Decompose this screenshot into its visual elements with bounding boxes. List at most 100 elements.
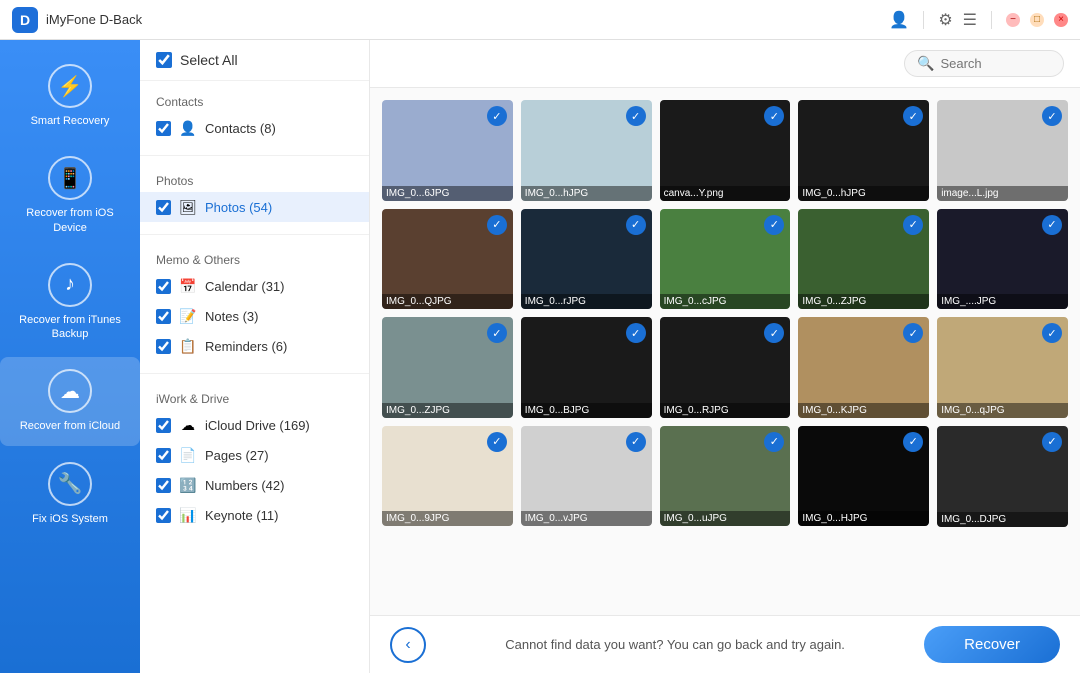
- nav-item-photos[interactable]: 🖼 Photos (54): [140, 192, 369, 222]
- keynote-checkbox[interactable]: [156, 508, 171, 523]
- photo-item[interactable]: ✓ IMG_0...DJPG: [937, 426, 1068, 527]
- account-icon[interactable]: 👤: [889, 10, 909, 30]
- photo-label: IMG_0...qJPG: [937, 403, 1068, 418]
- icloud-drive-checkbox[interactable]: [156, 418, 171, 433]
- nav-item-icloud-drive[interactable]: ☁ iCloud Drive (169): [140, 410, 369, 440]
- photo-check-icon: ✓: [626, 106, 646, 126]
- photo-item[interactable]: ✓ IMG_0...uJPG: [660, 426, 791, 527]
- photo-label: canva...Y.png: [660, 186, 791, 201]
- sidebar-label-fix-ios: Fix iOS System: [32, 512, 108, 526]
- photo-item[interactable]: ✓ IMG_....JPG: [937, 209, 1068, 310]
- sidebar-item-smart-recovery[interactable]: ⚡ Smart Recovery: [0, 52, 140, 140]
- photo-item[interactable]: ✓ IMG_0...rJPG: [521, 209, 652, 310]
- pages-label: Pages (27): [205, 448, 269, 463]
- iwork-section-title: iWork & Drive: [140, 386, 369, 410]
- photo-item[interactable]: ✓ IMG_0...vJPG: [521, 426, 652, 527]
- sidebar: ⚡ Smart Recovery 📱 Recover from iOS Devi…: [0, 40, 140, 673]
- contacts-checkbox[interactable]: [156, 121, 171, 136]
- reminders-label: Reminders (6): [205, 339, 287, 354]
- photo-label: IMG_0...cJPG: [660, 294, 791, 309]
- photo-item[interactable]: ✓ IMG_0...RJPG: [660, 317, 791, 418]
- calendar-checkbox[interactable]: [156, 279, 171, 294]
- title-bar: D iMyFone D-Back 👤 ⚙ ☰ − □ ×: [0, 0, 1080, 40]
- photo-check-icon: ✓: [487, 323, 507, 343]
- numbers-checkbox[interactable]: [156, 478, 171, 493]
- photo-item[interactable]: ✓ IMG_0...ZJPG: [798, 209, 929, 310]
- fix-ios-icon: 🔧: [48, 462, 92, 506]
- photo-item[interactable]: ✓ IMG_0...6JPG: [382, 100, 513, 201]
- sidebar-item-fix-ios[interactable]: 🔧 Fix iOS System: [0, 450, 140, 538]
- photo-check-icon: ✓: [903, 215, 923, 235]
- keynote-label: Keynote (11): [205, 508, 278, 523]
- photos-section-title: Photos: [140, 168, 369, 192]
- menu-icon[interactable]: ☰: [963, 10, 977, 30]
- recover-button[interactable]: Recover: [924, 626, 1060, 663]
- photos-label: Photos (54): [205, 200, 272, 215]
- settings-icon[interactable]: ⚙: [938, 10, 952, 30]
- nav-item-contacts[interactable]: 👤 Contacts (8): [140, 113, 369, 143]
- photo-item[interactable]: ✓ IMG_0...hJPG: [798, 100, 929, 201]
- select-all-checkbox[interactable]: [156, 52, 172, 68]
- sidebar-item-recover-ios[interactable]: 📱 Recover from iOS Device: [0, 144, 140, 247]
- photo-label: IMG_0...9JPG: [382, 511, 513, 526]
- nav-item-calendar[interactable]: 📅 Calendar (31): [140, 271, 369, 301]
- app-title: iMyFone D-Back: [46, 12, 889, 27]
- photo-label: IMG_0...DJPG: [937, 512, 1068, 527]
- photo-item[interactable]: ✓ IMG_0...cJPG: [660, 209, 791, 310]
- keynote-icon: 📊: [179, 506, 197, 524]
- nav-item-reminders[interactable]: 📋 Reminders (6): [140, 331, 369, 361]
- recover-icloud-icon: ☁: [48, 369, 92, 413]
- footer-bar: ‹ Cannot find data you want? You can go …: [370, 615, 1080, 673]
- photo-check-icon: ✓: [626, 432, 646, 452]
- photo-item[interactable]: ✓ IMG_0...hJPG: [521, 100, 652, 201]
- numbers-icon: 🔢: [179, 476, 197, 494]
- photo-item[interactable]: ✓ IMG_0...BJPG: [521, 317, 652, 418]
- minimize-button[interactable]: −: [1006, 13, 1020, 27]
- sidebar-item-recover-icloud[interactable]: ☁ Recover from iCloud: [0, 357, 140, 445]
- contacts-icon: 👤: [179, 119, 197, 137]
- photo-item[interactable]: ✓ IMG_0...KJPG: [798, 317, 929, 418]
- nav-item-pages[interactable]: 📄 Pages (27): [140, 440, 369, 470]
- photos-checkbox[interactable]: [156, 200, 171, 215]
- divider-contacts: [140, 155, 369, 156]
- photo-item[interactable]: ✓ IMG_0...qJPG: [937, 317, 1068, 418]
- photo-label: IMG_0...ZJPG: [382, 403, 513, 418]
- app-logo: D: [12, 7, 38, 33]
- photo-item[interactable]: ✓ IMG_0...HJPG: [798, 426, 929, 527]
- numbers-label: Numbers (42): [205, 478, 284, 493]
- nav-header: Select All: [140, 40, 369, 81]
- nav-item-keynote[interactable]: 📊 Keynote (11): [140, 500, 369, 530]
- divider2: [991, 11, 992, 29]
- photo-item[interactable]: ✓ canva...Y.png: [660, 100, 791, 201]
- photo-label: IMG_0...QJPG: [382, 294, 513, 309]
- photo-check-icon: ✓: [487, 432, 507, 452]
- photo-check-icon: ✓: [903, 432, 923, 452]
- notes-label: Notes (3): [205, 309, 258, 324]
- photo-label: image...L.jpg: [937, 186, 1068, 201]
- photo-grid: ✓ IMG_0...6JPG ✓ IMG_0...hJPG ✓ canva...…: [370, 88, 1080, 615]
- reminders-checkbox[interactable]: [156, 339, 171, 354]
- close-button[interactable]: ×: [1054, 13, 1068, 27]
- photo-item[interactable]: ✓ image...L.jpg: [937, 100, 1068, 201]
- reminders-icon: 📋: [179, 337, 197, 355]
- photo-item[interactable]: ✓ IMG_0...ZJPG: [382, 317, 513, 418]
- photo-item[interactable]: ✓ IMG_0...9JPG: [382, 426, 513, 527]
- photo-label: IMG_0...hJPG: [521, 186, 652, 201]
- back-button[interactable]: ‹: [390, 627, 426, 663]
- maximize-button[interactable]: □: [1030, 13, 1044, 27]
- nav-panel: Select All Contacts 👤 Contacts (8) Photo…: [140, 40, 370, 673]
- footer-message: Cannot find data you want? You can go ba…: [505, 637, 845, 652]
- nav-item-notes[interactable]: 📝 Notes (3): [140, 301, 369, 331]
- content-area: 🔍 ✓ IMG_0...6JPG ✓ IMG_0...hJPG ✓ canva.…: [370, 40, 1080, 673]
- nav-item-numbers[interactable]: 🔢 Numbers (42): [140, 470, 369, 500]
- photo-item[interactable]: ✓ IMG_0...QJPG: [382, 209, 513, 310]
- icloud-drive-icon: ☁: [179, 416, 197, 434]
- search-box[interactable]: 🔍: [904, 50, 1064, 77]
- photo-label: IMG_0...hJPG: [798, 186, 929, 201]
- notes-checkbox[interactable]: [156, 309, 171, 324]
- sidebar-item-recover-itunes[interactable]: ♪ Recover from iTunes Backup: [0, 251, 140, 354]
- photo-label: IMG_0...HJPG: [798, 511, 929, 526]
- search-input[interactable]: [940, 56, 1051, 71]
- select-all-label: Select All: [180, 52, 238, 68]
- pages-checkbox[interactable]: [156, 448, 171, 463]
